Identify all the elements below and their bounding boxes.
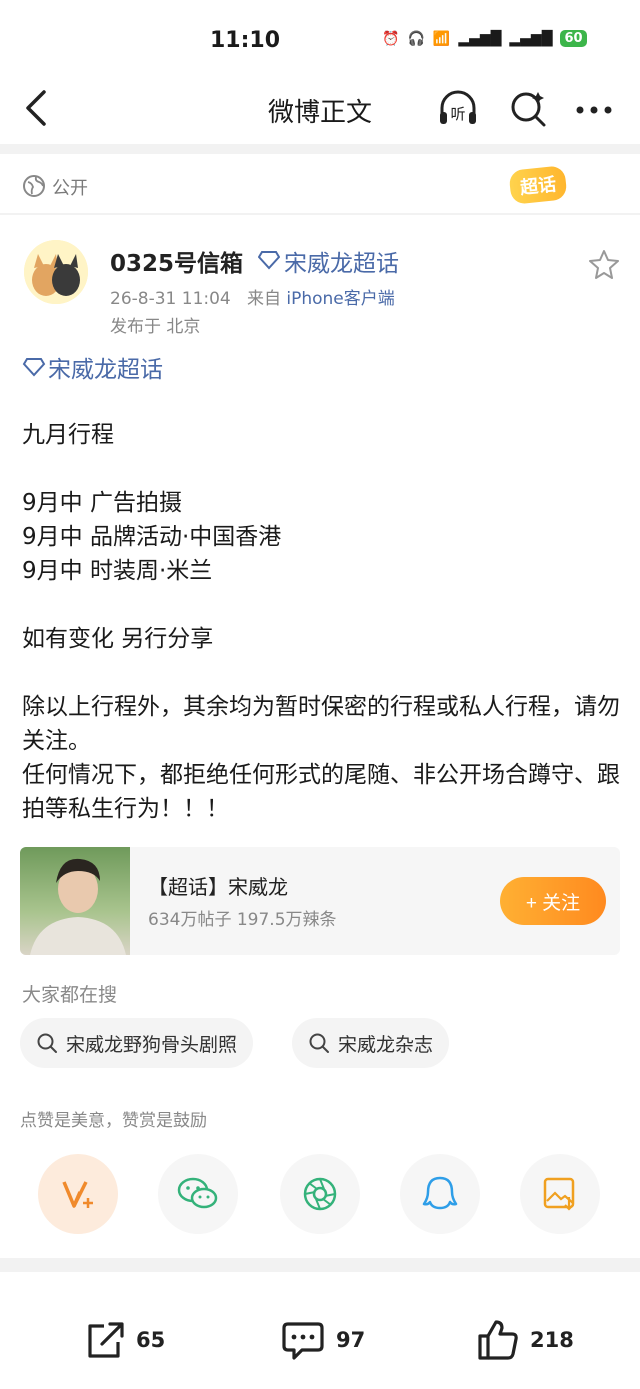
share-wechat-button[interactable] — [158, 1154, 238, 1234]
follow-button[interactable]: + 关注 — [500, 877, 606, 925]
comment-button[interactable]: 97 — [280, 1318, 365, 1362]
topic-tag[interactable]: 宋威龙超话 — [48, 350, 163, 384]
qq-icon — [422, 1176, 458, 1210]
trending-label: 大家都在搜 — [22, 984, 118, 1006]
reward-icon — [62, 1181, 93, 1208]
signal-icon: ▂▄▆█ — [458, 30, 502, 47]
wechat-icon — [177, 1177, 218, 1209]
battery-indicator: 60 — [560, 30, 587, 47]
like-count: 218 — [530, 1328, 574, 1352]
repost-icon — [88, 1322, 124, 1358]
reward-hint: 点赞是美意，赞赏是鼓励 — [20, 1111, 207, 1131]
visibility-row: 公开 超话 — [0, 160, 640, 212]
post-body: 九月行程 9月中 广告拍摄 9月中 品牌活动·中国香港 9月中 时装周·米兰 如… — [22, 422, 620, 822]
divider — [0, 144, 640, 154]
alarm-icon: ⏰ — [382, 30, 400, 47]
moments-icon — [303, 1177, 337, 1211]
more-icon[interactable] — [572, 86, 616, 130]
status-bar: 11:10 ⏰ 🎧 📶 ▂▄▆█ ▂▄▆█ 60 — [0, 0, 640, 80]
listen-label: 听 — [450, 105, 465, 123]
repost-count: 65 — [136, 1328, 166, 1352]
repost-button[interactable]: 65 — [82, 1318, 165, 1362]
topic-link[interactable]: 宋威龙超话 — [284, 244, 399, 278]
client-name[interactable]: iPhone客户端 — [286, 289, 394, 309]
share-qq-button[interactable] — [400, 1154, 480, 1234]
comment-icon — [282, 1322, 324, 1360]
search-chip-label: 宋威龙杂志 — [338, 1033, 434, 1056]
star-icon[interactable] — [588, 248, 620, 280]
bottom-action-bar: 65 97 218 — [0, 1298, 640, 1389]
search-icon[interactable] — [506, 86, 550, 130]
status-time: 11:10 — [210, 28, 281, 53]
diamond-icon — [22, 358, 46, 377]
status-icons: ⏰ 🎧 📶 ▂▄▆█ ▂▄▆█ 60 — [382, 30, 587, 47]
listen-icon[interactable]: 听 — [436, 86, 480, 130]
comment-count: 97 — [336, 1328, 366, 1352]
avatar[interactable] — [24, 240, 88, 304]
globe-icon — [23, 175, 45, 197]
save-image-button[interactable] — [520, 1154, 600, 1234]
post-location: 发布于 北京 — [110, 317, 201, 337]
topic-card-title: 【超话】宋威龙 — [148, 875, 288, 899]
search-chip-label: 宋威龙野狗骨头剧照 — [66, 1033, 238, 1056]
chaohua-badge[interactable]: 超话 — [508, 165, 568, 205]
signal-icon-2: ▂▄▆█ — [509, 30, 553, 47]
like-icon — [478, 1320, 518, 1360]
search-icon — [309, 1033, 329, 1053]
like-button[interactable]: 218 — [476, 1318, 574, 1362]
topic-card-stats: 634万帖子 197.5万辣条 — [148, 910, 337, 930]
wifi-icon: 📶 — [432, 30, 451, 47]
search-chip[interactable]: 宋威龙野狗骨头剧照 — [20, 1018, 254, 1068]
search-icon — [37, 1033, 57, 1053]
headphones-icon: 🎧 — [407, 30, 425, 47]
diamond-icon — [258, 251, 280, 270]
post-date: 26-8-31 11:04 — [110, 289, 231, 309]
visibility-label: 公开 — [52, 178, 88, 199]
save-image-icon — [543, 1177, 575, 1211]
username[interactable]: 0325号信箱 — [110, 244, 243, 278]
reward-button[interactable] — [38, 1154, 118, 1234]
topic-card[interactable]: 【超话】宋威龙 634万帖子 197.5万辣条 + 关注 — [20, 847, 620, 955]
topic-card-image — [20, 847, 130, 955]
divider — [0, 1258, 640, 1272]
post-meta: 26-8-31 11:04 来自 iPhone客户端 — [110, 284, 395, 309]
divider — [0, 213, 640, 215]
from-prefix: 来自 — [246, 289, 281, 309]
share-moments-button[interactable] — [280, 1154, 360, 1234]
search-chip[interactable]: 宋威龙杂志 — [292, 1018, 450, 1068]
nav-bar: 微博正文 听 — [0, 80, 640, 144]
